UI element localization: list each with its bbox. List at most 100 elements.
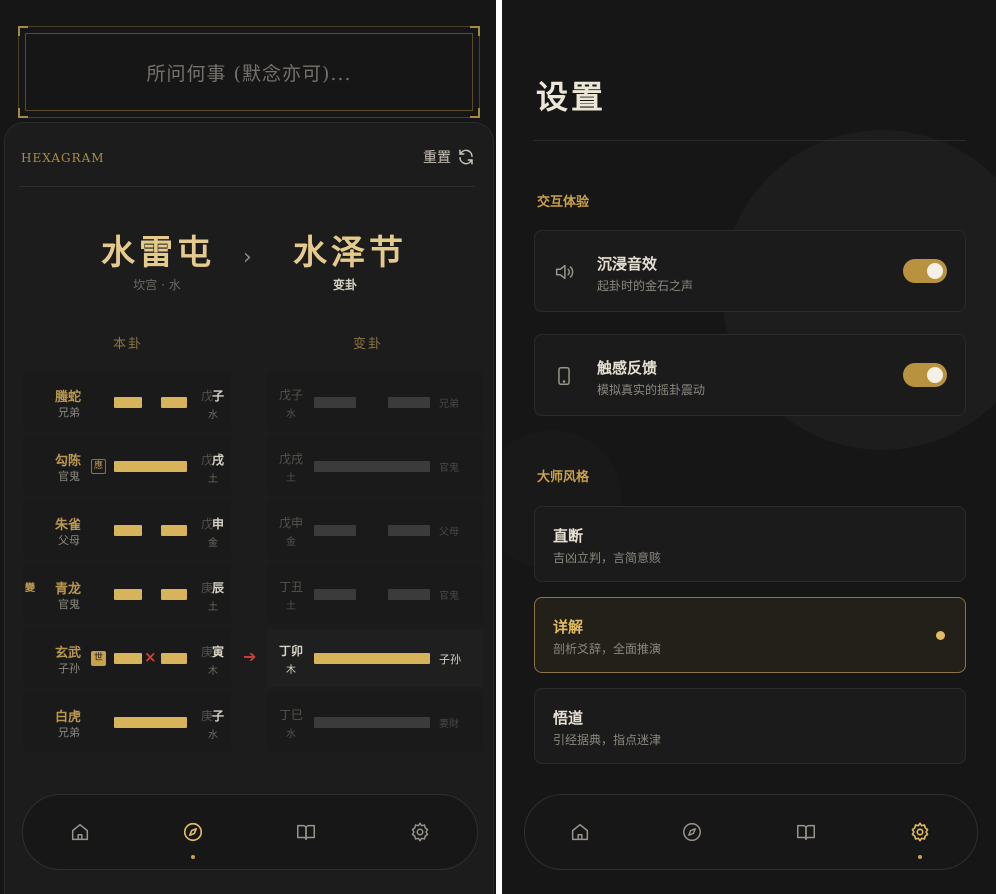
haptic-setting: 触感反馈 模拟真实的摇卦震动 bbox=[534, 334, 966, 416]
changed-relation: 父母 bbox=[439, 527, 459, 538]
changed-yin-line-left bbox=[314, 589, 356, 600]
line-naja: 申 bbox=[212, 517, 225, 531]
haptic-toggle[interactable] bbox=[903, 363, 947, 387]
changed-yin-line-left bbox=[314, 397, 356, 408]
nav-divination[interactable] bbox=[677, 817, 707, 847]
haptic-title: 触感反馈 bbox=[597, 359, 658, 377]
changed-naja: 丑 bbox=[291, 580, 304, 594]
changed-naja: 巳 bbox=[291, 708, 304, 722]
changed-element: 木 bbox=[286, 665, 296, 676]
changed-yang-line bbox=[314, 717, 430, 728]
compass-icon bbox=[683, 823, 701, 841]
line-relation: 官鬼 bbox=[58, 470, 80, 483]
nav-home[interactable] bbox=[565, 817, 595, 847]
nav-divination[interactable] bbox=[178, 817, 208, 847]
changed-naja: 申 bbox=[291, 516, 304, 530]
line-spirit: 朱雀 bbox=[55, 518, 82, 533]
changed-element: 水 bbox=[286, 729, 296, 740]
nav-settings[interactable] bbox=[405, 817, 435, 847]
changed-hexagram-name: 水泽节 bbox=[293, 233, 407, 273]
gear-icon bbox=[911, 822, 929, 842]
line-element: 木 bbox=[208, 666, 218, 677]
side-mark: 變 bbox=[25, 583, 35, 594]
bottom-nav bbox=[22, 794, 478, 870]
nav-home[interactable] bbox=[65, 817, 95, 847]
selected-indicator bbox=[936, 631, 945, 640]
nav-library[interactable] bbox=[791, 817, 821, 847]
yang-line bbox=[114, 461, 187, 472]
changed-relation: 兄弟 bbox=[439, 399, 459, 410]
changed-prefix: 丁 bbox=[279, 580, 292, 594]
reset-button[interactable]: 重置 bbox=[423, 147, 475, 167]
style-option-description: 引经据典，指点迷津 bbox=[553, 733, 662, 747]
line-relation: 父母 bbox=[58, 534, 80, 547]
sound-description: 起卦时的金石之声 bbox=[597, 279, 694, 293]
changed-relation: 官鬼 bbox=[439, 463, 459, 474]
changed-relation: 官鬼 bbox=[439, 591, 459, 602]
active-indicator bbox=[191, 855, 195, 859]
line-relation: 兄弟 bbox=[58, 406, 80, 419]
question-input[interactable]: 所问何事 (默念亦可)... bbox=[18, 26, 480, 118]
line-naja: 辰 bbox=[212, 581, 225, 595]
line-spirit: 螣蛇 bbox=[55, 390, 82, 405]
yin-line-left bbox=[114, 397, 142, 408]
line-naja: 子 bbox=[212, 709, 225, 723]
line-naja: 子 bbox=[212, 389, 225, 403]
card-header: HEXAGRAM 重置 bbox=[19, 143, 475, 187]
changed-yin-line-right bbox=[388, 589, 430, 600]
phone-icon bbox=[558, 367, 570, 385]
chevron-right-icon: › bbox=[243, 245, 252, 270]
changed-element: 土 bbox=[286, 473, 296, 484]
changed-naja: 子 bbox=[291, 388, 304, 402]
home-icon bbox=[571, 823, 589, 841]
sound-toggle[interactable] bbox=[903, 259, 947, 283]
gear-icon bbox=[411, 822, 429, 842]
question-input-frame: 所问何事 (默念亦可)... bbox=[25, 33, 473, 111]
home-icon bbox=[71, 823, 89, 841]
toggle-knob bbox=[927, 367, 943, 383]
section-interaction: 交互体验 bbox=[537, 195, 590, 210]
original-hexagram-palace: 坎宫 · 水 bbox=[133, 278, 181, 292]
style-option-enlighten[interactable]: 悟道 引经据典，指点迷津 bbox=[534, 688, 966, 764]
yin-line-right bbox=[161, 525, 187, 536]
original-column-title: 本卦 bbox=[113, 337, 144, 352]
nav-library[interactable] bbox=[291, 817, 321, 847]
nav-settings[interactable] bbox=[905, 817, 935, 847]
section-master-style: 大师风格 bbox=[537, 470, 590, 485]
changed-element: 土 bbox=[286, 601, 296, 612]
book-icon bbox=[297, 824, 315, 841]
active-indicator bbox=[918, 855, 922, 859]
line-element: 土 bbox=[208, 602, 218, 613]
line-naja: 戌 bbox=[212, 453, 225, 467]
sound-setting: 沉浸音效 起卦时的金石之声 bbox=[534, 230, 966, 312]
bottom-nav bbox=[524, 794, 978, 870]
changed-relation: 子孙 bbox=[439, 653, 461, 666]
changed-prefix: 戊 bbox=[279, 516, 292, 530]
style-option-direct[interactable]: 直断 吉凶立判，言简意赅 bbox=[534, 506, 966, 582]
page-title: 设置 bbox=[536, 78, 607, 116]
changed-prefix: 丁 bbox=[279, 644, 292, 658]
style-option-detailed[interactable]: 详解 剖析爻辞，全面推演 bbox=[534, 597, 966, 673]
style-option-title: 详解 bbox=[553, 618, 584, 636]
yin-line-left bbox=[114, 589, 142, 600]
changed-element: 水 bbox=[286, 409, 296, 420]
settings-screen: 设置 交互体验 沉浸音效 起卦时的金石之声 触感反馈 模拟真实的摇卦震动 大师风… bbox=[502, 0, 996, 894]
yin-line-right bbox=[161, 653, 187, 664]
changed-column-title: 变卦 bbox=[353, 337, 384, 352]
line-spirit: 白虎 bbox=[55, 710, 82, 725]
changed-yin-line-left bbox=[314, 525, 356, 536]
yin-line-left bbox=[114, 653, 142, 664]
line-badge: 世 bbox=[91, 651, 106, 666]
line-element: 金 bbox=[208, 538, 218, 549]
changed-prefix: 戊 bbox=[279, 388, 292, 402]
line-spirit: 勾陈 bbox=[55, 454, 82, 469]
line-spirit: 青龙 bbox=[55, 582, 82, 597]
line-naja: 寅 bbox=[212, 645, 225, 659]
line-spirit: 玄武 bbox=[55, 646, 82, 661]
arrow-right-icon: ➔ bbox=[243, 647, 257, 666]
yang-line bbox=[114, 717, 187, 728]
changed-naja: 卯 bbox=[291, 644, 304, 658]
line-relation: 官鬼 bbox=[58, 598, 80, 611]
changed-yin-line-right bbox=[388, 525, 430, 536]
compass-icon bbox=[183, 822, 203, 842]
